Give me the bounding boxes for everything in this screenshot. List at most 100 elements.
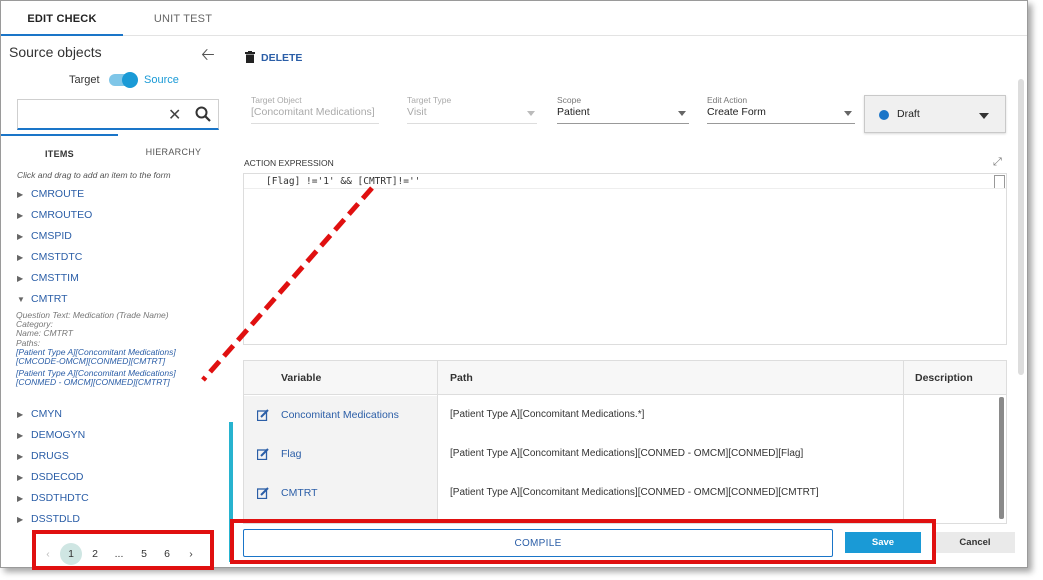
list-item[interactable]: ▶ DEMOGYN	[17, 429, 85, 445]
caret-right-icon: ▶	[17, 494, 24, 503]
edit-icon[interactable]	[257, 409, 269, 421]
tab-edit-check[interactable]: EDIT CHECK	[1, 1, 123, 36]
back-arrow-icon[interactable]: 🡠	[201, 42, 215, 71]
target-type-value: Visit	[407, 106, 427, 118]
target-object-field[interactable]: Target Object [Concomitant Medications]	[251, 95, 383, 124]
search-icon[interactable]	[194, 105, 212, 123]
list-item[interactable]: ▶ CMSTDTC	[17, 251, 82, 267]
header-path: Path	[450, 372, 473, 384]
status-dropdown[interactable]: Draft	[864, 95, 1006, 133]
scope-label: Scope	[557, 95, 582, 105]
underline	[707, 123, 855, 124]
tab-hierarchy[interactable]: HIERARCHY	[118, 142, 229, 164]
delete-label: DELETE	[261, 52, 303, 64]
list-item[interactable]: ▶ CMROUTE	[17, 188, 84, 204]
list-item[interactable]: ▶ DSSTDLD	[17, 513, 80, 529]
chevron-down-icon	[527, 111, 535, 116]
list-item[interactable]: ▶ CMROUTEO	[17, 209, 92, 225]
drag-hint: Click and drag to add an item to the for…	[17, 170, 171, 180]
table-row: CMTRT [Patient Type A][Concomitant Medic…	[244, 475, 1006, 514]
caret-right-icon: ▶	[17, 274, 24, 283]
toggle-knob	[122, 72, 138, 88]
edit-icon[interactable]	[257, 448, 269, 460]
tab-unit-test[interactable]: UNIT TEST	[123, 1, 243, 36]
chevron-down-icon	[678, 111, 686, 116]
annotation-highlight-pagination	[32, 530, 214, 570]
underline	[407, 123, 537, 124]
item-label: DSDECOD	[31, 471, 84, 483]
status-value: Draft	[897, 108, 920, 120]
edit-icon[interactable]	[257, 487, 269, 499]
annotation-highlight-compile	[230, 519, 936, 564]
scope-field[interactable]: Scope Patient	[557, 95, 689, 124]
table-row: Flag [Patient Type A][Concomitant Medica…	[244, 436, 1006, 475]
list-item[interactable]: ▶ DRUGS	[17, 450, 69, 466]
chevron-down-icon	[979, 113, 989, 119]
variable-name[interactable]: CMTRT	[281, 487, 318, 499]
target-source-toggle[interactable]	[109, 72, 138, 88]
caret-right-icon: ▶	[17, 232, 24, 241]
underline	[557, 123, 689, 124]
expression-text: [Flag] !='1' && [CMTRT]!=''	[266, 176, 421, 187]
caret-right-icon: ▶	[17, 515, 24, 524]
caret-right-icon: ▶	[17, 452, 24, 461]
tab-items[interactable]: ITEMS	[1, 134, 118, 164]
list-item[interactable]: ▶ CMSTTIM	[17, 272, 79, 288]
target-object-value: [Concomitant Medications]	[251, 106, 375, 118]
clear-icon[interactable]: ✕	[168, 105, 181, 125]
toggle-label-source: Source	[144, 74, 179, 86]
item-label: CMSTTIM	[31, 272, 79, 284]
item-label: CMTRT	[31, 293, 68, 305]
target-type-field[interactable]: Target Type Visit	[407, 95, 537, 124]
chevron-down-icon	[844, 111, 852, 116]
variables-table: Variable Path Description Concomitant Me…	[243, 360, 1007, 524]
table-row: Concomitant Medications [Patient Type A]…	[244, 397, 1006, 436]
header-description: Description	[915, 372, 973, 384]
caret-right-icon: ▶	[17, 410, 24, 419]
list-item[interactable]: ▶ CMYN	[17, 408, 62, 424]
table-scrollbar[interactable]	[999, 397, 1004, 519]
edit-action-label: Edit Action	[707, 95, 748, 105]
list-item[interactable]: ▶ DSDTHDTC	[17, 492, 89, 508]
variable-path: [Patient Type A][Concomitant Medications…	[450, 409, 645, 420]
item-label: CMSTDTC	[31, 251, 83, 263]
edit-check-panel: DELETE Target Object [Concomitant Medica…	[237, 37, 1027, 567]
trash-icon	[245, 51, 255, 63]
cancel-button[interactable]: Cancel	[935, 532, 1015, 553]
variable-path: [Patient Type A][Concomitant Medications…	[450, 487, 819, 498]
items-hierarchy-tabs: ITEMS HIERARCHY	[1, 134, 229, 164]
detail-path[interactable]: [CMCODE-OMCM][CONMED][CMTRT]	[16, 356, 196, 366]
item-label: DSDTHDTC	[31, 492, 89, 504]
expand-icon[interactable]: ⤢	[993, 156, 1002, 169]
toggle-label-target: Target	[69, 74, 100, 86]
caret-right-icon: ▶	[17, 190, 24, 199]
search-input[interactable]	[22, 104, 162, 124]
caret-right-icon: ▶	[17, 211, 24, 220]
list-item[interactable]: ▶ DSDECOD	[17, 471, 84, 487]
list-item-expanded[interactable]: ▼ CMTRT	[17, 293, 68, 309]
caret-right-icon: ▶	[17, 473, 24, 482]
target-type-label: Target Type	[407, 95, 452, 105]
detail-path[interactable]: [CONMED - OMCM][CONMED][CMTRT]	[16, 378, 196, 387]
edit-action-value: Create Form	[707, 106, 766, 118]
expression-editor[interactable]: [Flag] !='1' && [CMTRT]!=''	[243, 173, 1007, 345]
draft-status-icon	[879, 110, 889, 120]
variable-name[interactable]: Flag	[281, 448, 301, 460]
right-scrollbar[interactable]	[1018, 79, 1024, 375]
item-label: DSSTDLD	[31, 513, 81, 525]
edit-action-field[interactable]: Edit Action Create Form	[707, 95, 855, 124]
detail-name: Name: CMTRT	[16, 328, 73, 339]
search-box: ✕	[17, 99, 219, 130]
item-label: CMROUTEO	[31, 209, 93, 221]
delete-button[interactable]: DELETE	[245, 51, 302, 64]
variable-name[interactable]: Concomitant Medications	[281, 409, 399, 421]
target-object-label: Target Object	[251, 95, 302, 105]
caret-down-icon: ▼	[17, 295, 25, 304]
caret-right-icon: ▶	[17, 431, 24, 440]
app-window: EDIT CHECK UNIT TEST Source objects 🡠 Ta…	[0, 0, 1028, 568]
expression-label: ACTION EXPRESSION	[244, 158, 334, 168]
item-label: DRUGS	[31, 450, 69, 462]
expression-line: [Flag] !='1' && [CMTRT]!=''	[244, 174, 1006, 189]
item-details: Question Text: Medication (Trade Name) C…	[16, 310, 196, 388]
list-item[interactable]: ▶ CMSPID	[17, 230, 72, 246]
